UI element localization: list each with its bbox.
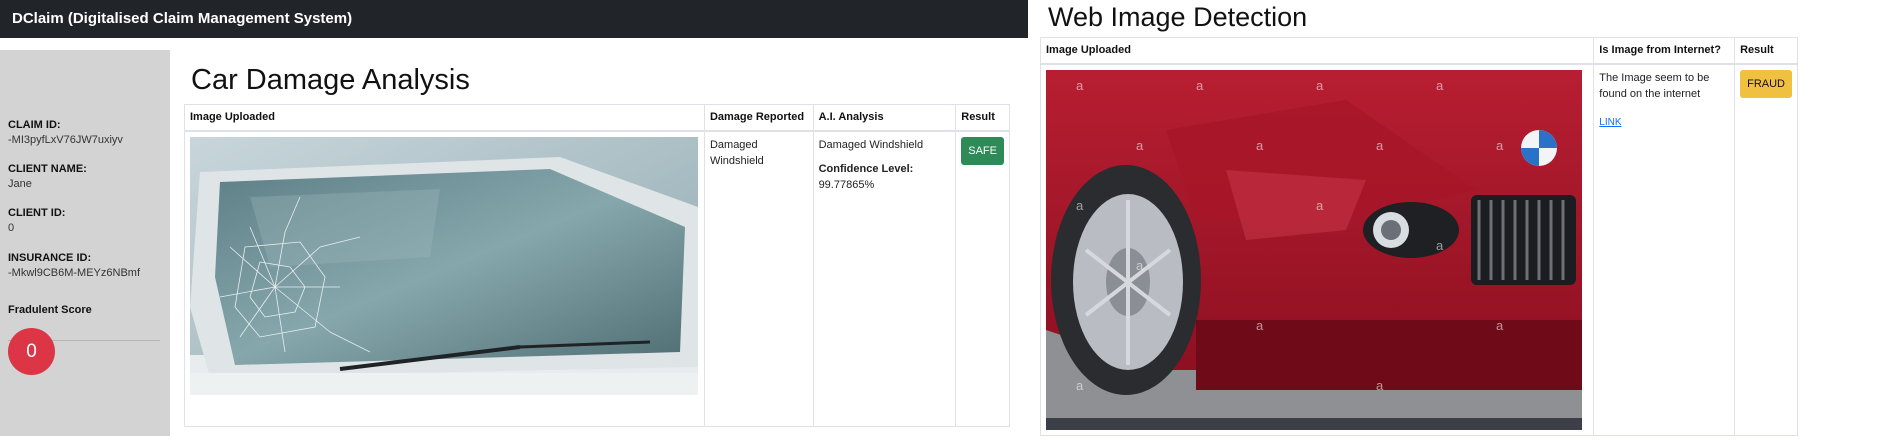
confidence-value: 99.77865% bbox=[818, 178, 875, 191]
svg-text:a: a bbox=[1376, 138, 1384, 153]
navbar: DClaim (Digitalised Claim Management Sys… bbox=[0, 0, 1028, 38]
insurance-id-group: INSURANCE ID: -Mkwl9CB6M-MEYz6NBmf bbox=[8, 252, 140, 279]
client-id-label: CLIENT ID: bbox=[8, 207, 66, 219]
svg-text:a: a bbox=[1076, 198, 1084, 213]
ai-analysis-value: Damaged Windshield bbox=[818, 138, 924, 151]
fraud-score-group: Fradulent Score bbox=[8, 304, 92, 316]
page-title: Car Damage Analysis bbox=[191, 64, 470, 96]
web-image-cell: a a a a a a a a a a a a a a a a bbox=[1039, 63, 1595, 436]
client-id-group: CLIENT ID: 0 bbox=[8, 207, 65, 234]
web-header-row: Image Uploaded Is Image from Internet? R… bbox=[1039, 37, 1798, 65]
svg-text:a: a bbox=[1076, 78, 1084, 93]
svg-text:a: a bbox=[1436, 78, 1444, 93]
insurance-id-label: INSURANCE ID: bbox=[8, 252, 92, 264]
fraud-badge: FRAUD bbox=[1740, 69, 1792, 98]
svg-text:a: a bbox=[1256, 318, 1264, 333]
web-result-cell: FRAUD bbox=[1734, 63, 1798, 436]
svg-text:a: a bbox=[1136, 258, 1144, 273]
insurance-id-value: -Mkwl9CB6M-MEYz6NBmf bbox=[8, 267, 141, 279]
svg-text:a: a bbox=[1316, 198, 1324, 213]
uploaded-image-cell bbox=[184, 130, 705, 427]
source-link[interactable]: LINK bbox=[1599, 117, 1621, 128]
analysis-table: Image Uploaded Damage Reported A.I. Anal… bbox=[184, 104, 1010, 427]
col-result: Result bbox=[955, 104, 1010, 132]
claim-id-group: CLAIM ID: -MI3pyfLxV76JW7uxiyv bbox=[8, 119, 123, 146]
svg-text:a: a bbox=[1256, 138, 1264, 153]
svg-text:a: a bbox=[1316, 78, 1324, 93]
result-cell: SAFE bbox=[955, 130, 1010, 427]
claim-id-value: -MI3pyfLxV76JW7uxiyv bbox=[8, 134, 123, 146]
from-internet-cell: The Image seem to be found on the intern… bbox=[1593, 63, 1736, 436]
table-row: a a a a a a a a a a a a a a a a The Image seem to b… bbox=[1039, 63, 1798, 436]
windshield-image bbox=[190, 136, 698, 395]
damage-reported-value: Damaged Windshield bbox=[709, 138, 764, 167]
screen: DClaim (Digitalised Claim Management Sys… bbox=[0, 0, 1878, 440]
svg-text:a: a bbox=[1376, 378, 1384, 393]
analysis-header-row: Image Uploaded Damage Reported A.I. Anal… bbox=[184, 104, 1010, 132]
internet-found-message: The Image seem to be found on the intern… bbox=[1599, 71, 1710, 100]
svg-text:a: a bbox=[1076, 378, 1084, 393]
fraud-score-label: Fradulent Score bbox=[8, 304, 92, 316]
claim-app: DClaim (Digitalised Claim Management Sys… bbox=[0, 0, 1030, 440]
col-web-image-uploaded: Image Uploaded bbox=[1039, 37, 1595, 65]
table-row: Damaged Windshield Damaged Windshield Co… bbox=[184, 130, 1010, 427]
safe-badge: SAFE bbox=[961, 136, 1004, 165]
sidebar: CLAIM ID: -MI3pyfLxV76JW7uxiyv CLIENT NA… bbox=[0, 50, 170, 436]
web-detection-title: Web Image Detection bbox=[1048, 2, 1308, 32]
client-name-value: Jane bbox=[8, 178, 32, 190]
svg-text:a: a bbox=[1496, 138, 1504, 153]
col-from-internet: Is Image from Internet? bbox=[1593, 37, 1736, 65]
web-detection-table: Image Uploaded Is Image from Internet? R… bbox=[1039, 37, 1798, 436]
fraud-score-badge: 0 bbox=[8, 328, 55, 375]
client-id-value: 0 bbox=[8, 222, 15, 234]
claim-id-label: CLAIM ID: bbox=[8, 119, 61, 131]
svg-text:a: a bbox=[1196, 78, 1204, 93]
ai-analysis-cell: Damaged Windshield Confidence Level: 99.… bbox=[812, 130, 957, 427]
app-brand[interactable]: DClaim (Digitalised Claim Management Sys… bbox=[12, 10, 352, 27]
col-damage-reported: Damage Reported bbox=[703, 104, 814, 132]
col-image-uploaded: Image Uploaded bbox=[184, 104, 705, 132]
col-ai-analysis: A.I. Analysis bbox=[812, 104, 957, 132]
client-name-group: CLIENT NAME: Jane bbox=[8, 163, 87, 190]
col-web-result: Result bbox=[1734, 37, 1798, 65]
svg-text:a: a bbox=[1136, 138, 1144, 153]
damage-reported-cell: Damaged Windshield bbox=[703, 130, 814, 427]
web-detection-panel: Web Image Detection Image Uploaded Is Im… bbox=[1036, 0, 1878, 440]
confidence-label: Confidence Level: bbox=[818, 162, 914, 175]
client-name-label: CLIENT NAME: bbox=[8, 163, 87, 175]
red-car-image: a a a a a a a a a a a a a a a a bbox=[1046, 69, 1582, 430]
svg-text:a: a bbox=[1496, 318, 1504, 333]
svg-text:a: a bbox=[1436, 238, 1444, 253]
